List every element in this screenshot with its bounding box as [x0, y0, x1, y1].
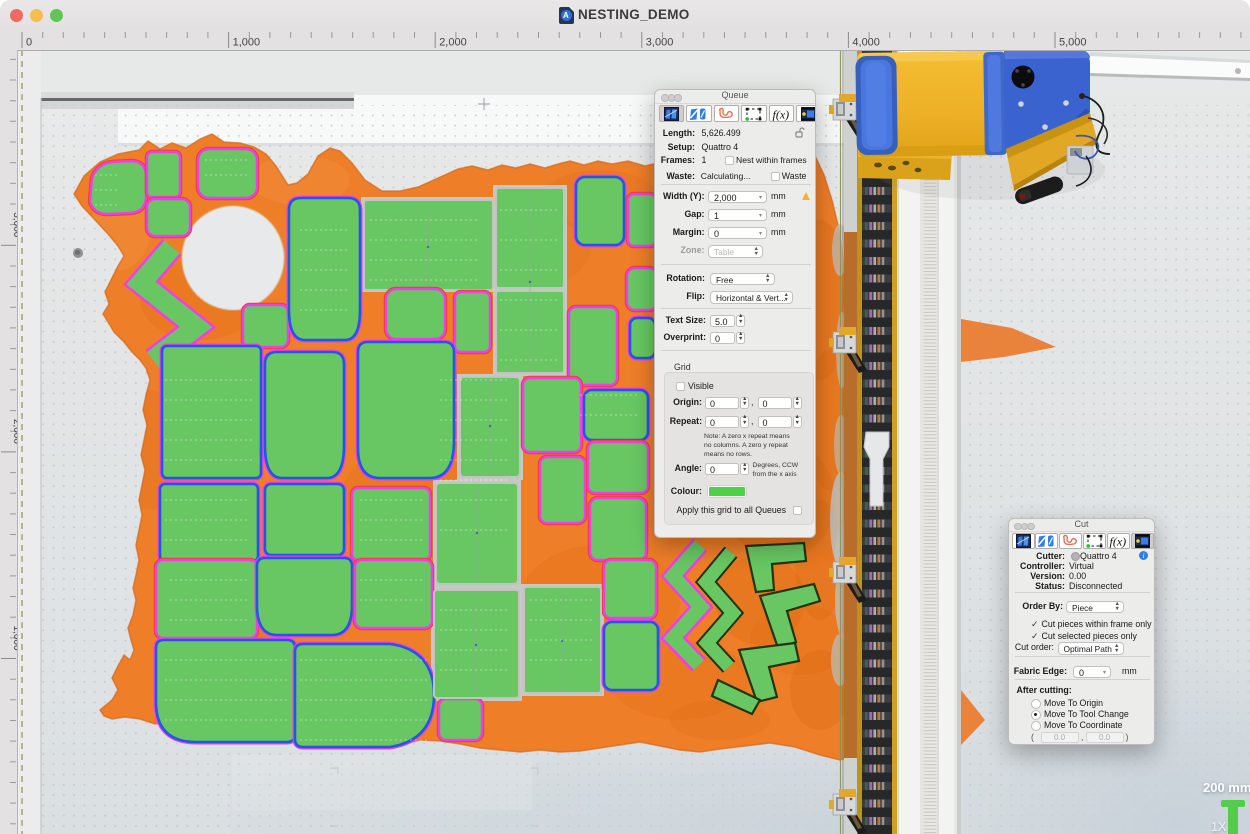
- svg-text:2,000: 2,000: [11, 419, 17, 444]
- svg-text:3,000: 3,000: [646, 37, 674, 49]
- svg-text:0: 0: [26, 37, 32, 49]
- svg-text:4,000: 4,000: [852, 37, 880, 49]
- svg-text:5,000: 5,000: [1059, 37, 1087, 49]
- svg-text:1,000: 1,000: [233, 37, 261, 49]
- svg-text:2,000: 2,000: [439, 37, 467, 49]
- svg-text:3,000: 3,000: [11, 212, 17, 237]
- svg-text:1,000: 1,000: [11, 626, 17, 651]
- svg-text:f(x): f(x): [772, 107, 789, 121]
- svg-text:f(x): f(x): [1110, 535, 1127, 549]
